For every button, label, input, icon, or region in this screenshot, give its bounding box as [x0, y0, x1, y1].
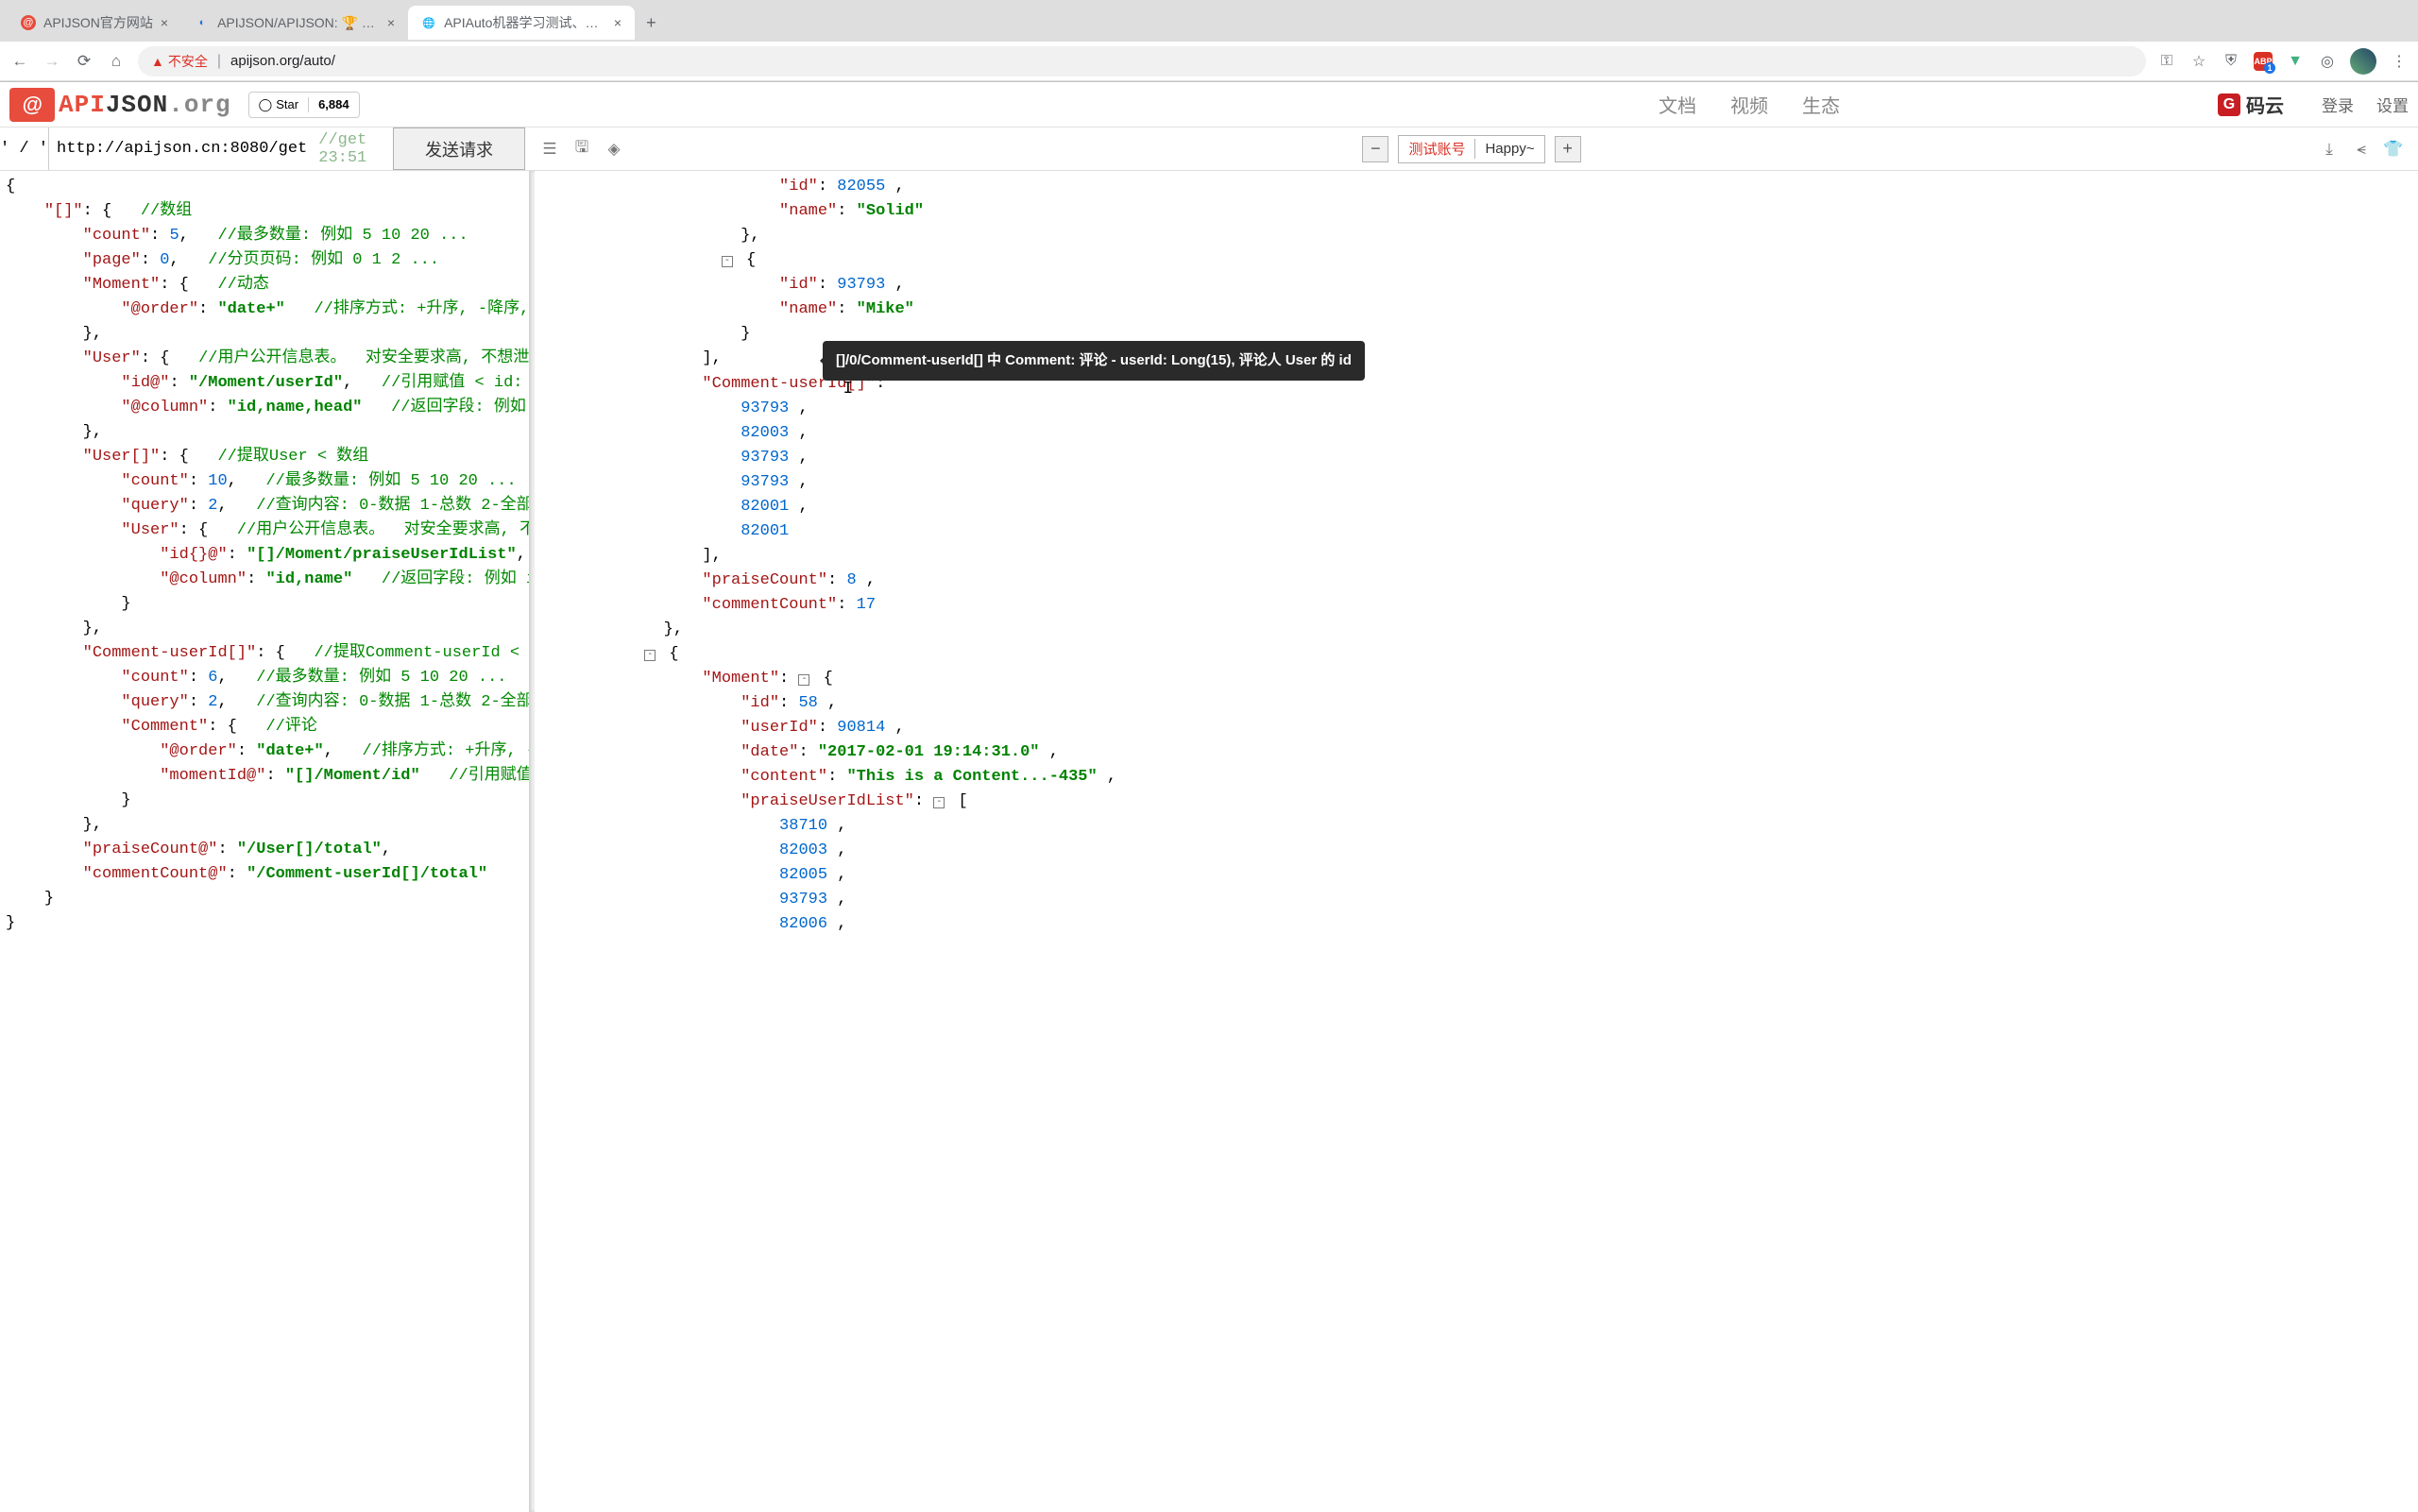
extension-icon[interactable]: ◎	[2318, 52, 2337, 71]
remove-account-button[interactable]: −	[1362, 136, 1388, 162]
path-prefix[interactable]: ' / '	[0, 127, 49, 170]
logo-text: APIJSON.org	[59, 91, 231, 119]
request-editor[interactable]: { "[]": { //数组 "count": 5, //最多数量: 例如 5 …	[0, 171, 529, 1512]
shield-icon[interactable]: ⛨	[2222, 52, 2240, 71]
tab-apiauto[interactable]: 🌐 APIAuto机器学习测试、自动生成 ×	[408, 6, 635, 40]
content: { "[]": { //数组 "count": 5, //最多数量: 例如 5 …	[0, 171, 2418, 1512]
nav-bar: ← → ⟳ ⌂ ▲ 不安全 | apijson.org/auto/ ⚿ ☆ ⛨ …	[0, 42, 2418, 81]
star-count: 6,884	[309, 97, 359, 111]
nav-eco[interactable]: 生态	[1802, 91, 1840, 118]
menu-icon[interactable]: ⋮	[2390, 52, 2409, 71]
gitee-icon: G	[2218, 93, 2240, 116]
nav-links: 文档 视频 生态	[1659, 91, 1840, 118]
account-selector[interactable]: 测试账号 Happy~	[1398, 135, 1544, 163]
tab-gitee[interactable]: ◐ APIJSON/APIJSON: 🏆 Gitee M ×	[181, 8, 408, 39]
star-icon[interactable]: ☆	[2189, 52, 2208, 71]
nav-docs[interactable]: 文档	[1659, 91, 1696, 118]
fold-toggle[interactable]: -	[798, 674, 809, 686]
request-bar: ' / ' http://apijson.cn:8080/get //get 2…	[0, 127, 2418, 171]
insecure-badge: ▲ 不安全	[151, 52, 208, 71]
layers-icon[interactable]: ◈	[603, 138, 625, 161]
account-test-label: 测试账号	[1399, 139, 1475, 159]
back-button[interactable]: ←	[9, 51, 30, 72]
list-icon[interactable]: ☰	[538, 138, 561, 161]
add-account-button[interactable]: +	[1555, 136, 1581, 162]
logo[interactable]: @ APIJSON.org	[9, 88, 231, 122]
close-icon[interactable]: ×	[161, 15, 168, 30]
app-header: @ APIJSON.org ◯ Star 6,884 文档 视频 生态 G 码云…	[0, 82, 2418, 127]
save-icon[interactable]: 🖫	[570, 138, 593, 161]
tab-title: APIAuto机器学习测试、自动生成	[444, 13, 606, 32]
new-tab-button[interactable]: +	[635, 6, 668, 41]
tab-apijson-site[interactable]: @ APIJSON官方网站 ×	[8, 6, 181, 40]
github-icon: ◯	[259, 97, 273, 112]
fold-toggle[interactable]: -	[644, 650, 656, 661]
send-button[interactable]: 发送请求	[393, 127, 525, 170]
right-toolbar: ☰ 🖫 ◈ − 测试账号 Happy~ + ⤓ ⪪ 👕	[525, 127, 2418, 170]
home-button[interactable]: ⌂	[106, 51, 127, 72]
fold-toggle[interactable]: -	[933, 797, 945, 808]
globe-icon: 🌐	[421, 15, 436, 30]
favicon-icon: @	[21, 15, 36, 30]
loading-icon: ◐	[195, 15, 210, 30]
vue-extension-icon[interactable]: ▼	[2286, 52, 2305, 71]
response-viewer[interactable]: "id": 82055 , "name": "Solid" }, - { "id…	[535, 171, 2418, 1512]
tab-title: APIJSON官方网站	[43, 13, 153, 32]
fold-toggle[interactable]: -	[722, 256, 733, 267]
account-name: Happy~	[1475, 141, 1543, 157]
abp-extension-icon[interactable]: ABP	[2254, 52, 2273, 71]
nav-video[interactable]: 视频	[1730, 91, 1768, 118]
key-icon[interactable]: ⚿	[2157, 52, 2176, 71]
gitee-link[interactable]: G 码云	[2218, 91, 2284, 118]
header-actions: 登录 设置	[2322, 93, 2409, 116]
close-icon[interactable]: ×	[387, 15, 395, 30]
settings-link[interactable]: 设置	[2376, 93, 2409, 116]
close-icon[interactable]: ×	[614, 15, 622, 30]
shirt-icon[interactable]: 👕	[2382, 138, 2405, 161]
tooltip: []/0/Comment-userId[] 中 Comment: 评论 - us…	[823, 341, 1365, 381]
github-star-button[interactable]: ◯ Star 6,884	[248, 92, 360, 118]
toolbar-right: ⚿ ☆ ⛨ ABP ▼ ◎ ⋮	[2157, 48, 2409, 75]
share-icon[interactable]: ⪪	[2350, 138, 2373, 161]
avatar[interactable]	[2350, 48, 2376, 75]
forward-button[interactable]: →	[42, 51, 62, 72]
request-url-input[interactable]: http://apijson.cn:8080/get //get 23:51	[49, 127, 393, 170]
tab-title: APIJSON/APIJSON: 🏆 Gitee M	[217, 15, 380, 31]
download-icon[interactable]: ⤓	[2318, 138, 2341, 161]
login-link[interactable]: 登录	[2322, 93, 2354, 116]
browser-chrome: @ APIJSON官方网站 × ◐ APIJSON/APIJSON: 🏆 Git…	[0, 0, 2418, 82]
reload-button[interactable]: ⟳	[74, 51, 94, 72]
logo-mark-icon: @	[9, 88, 55, 122]
tab-bar: @ APIJSON官方网站 × ◐ APIJSON/APIJSON: 🏆 Git…	[0, 0, 2418, 42]
url-text: apijson.org/auto/	[230, 53, 335, 69]
url-bar[interactable]: ▲ 不安全 | apijson.org/auto/	[138, 46, 2146, 76]
url-separator: |	[217, 53, 221, 70]
